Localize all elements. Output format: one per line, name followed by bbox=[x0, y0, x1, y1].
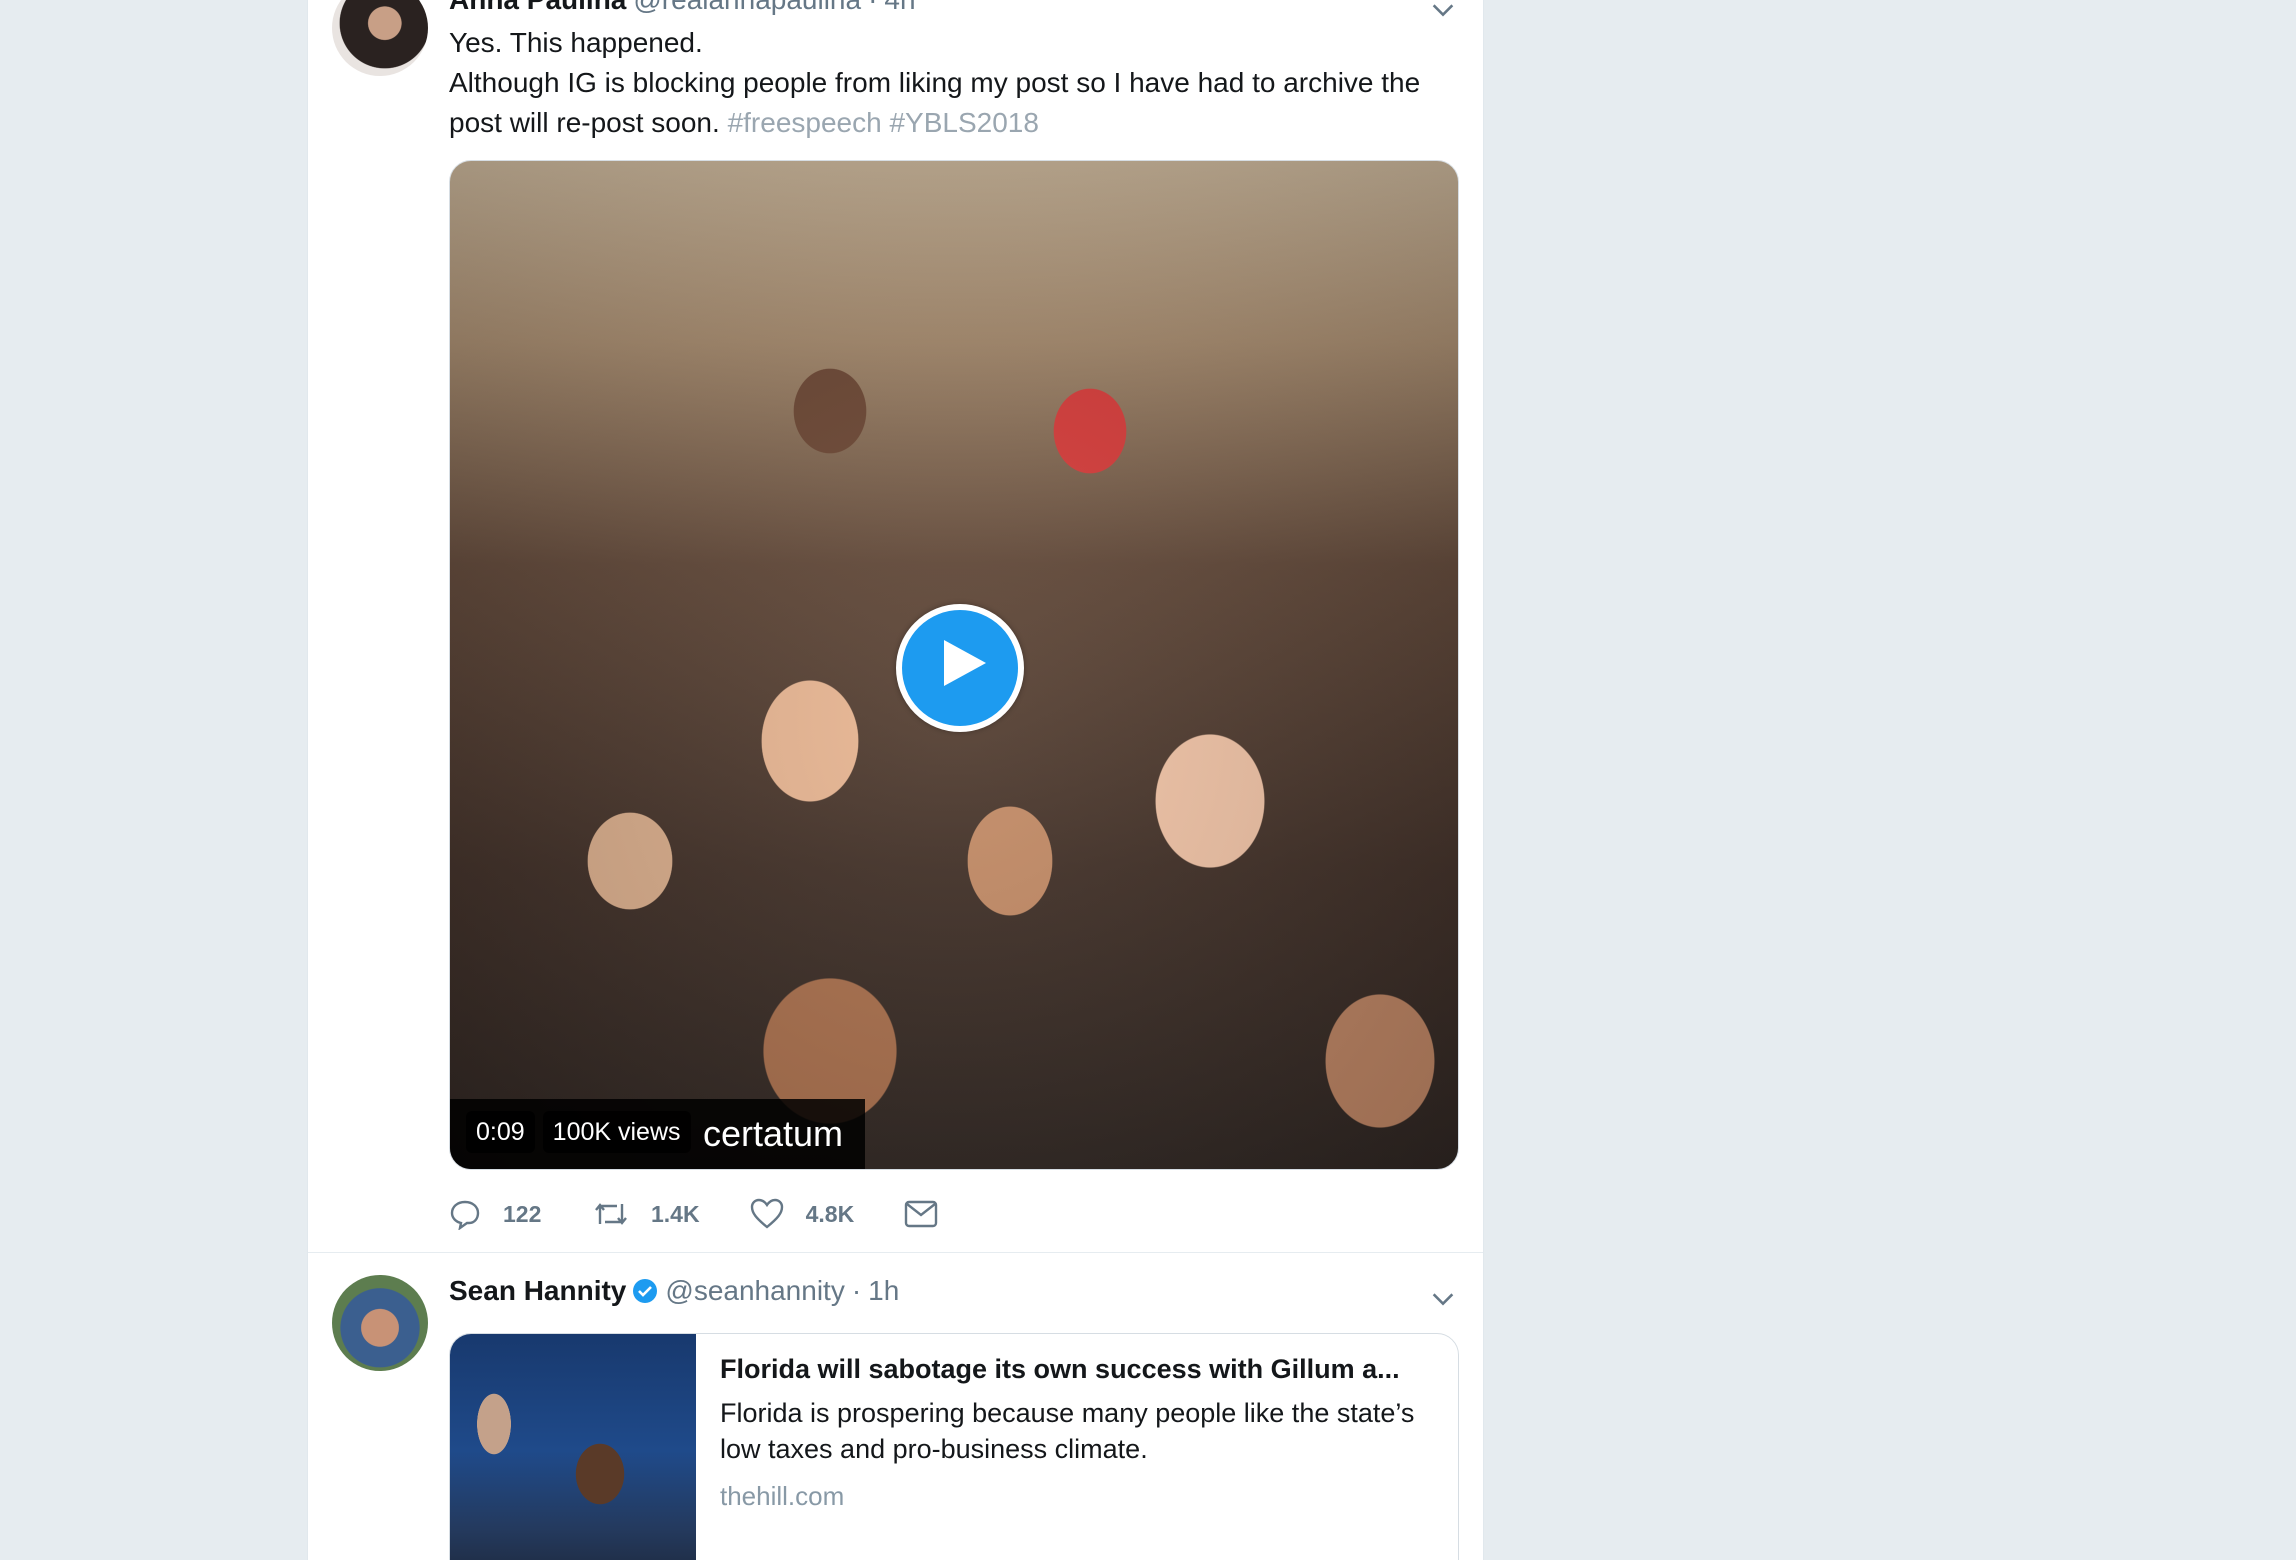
heart-icon bbox=[750, 1198, 783, 1229]
card-image bbox=[450, 1334, 696, 1560]
avatar[interactable] bbox=[332, 0, 428, 76]
link-card[interactable]: Florida will sabotage its own success wi… bbox=[449, 1333, 1459, 1560]
card-domain: thehill.com bbox=[720, 1481, 845, 1511]
video-views: 100K views bbox=[542, 1111, 691, 1153]
tweet-actions: 122 1.4K 4.8K bbox=[449, 1198, 1010, 1230]
tweet-header: Sean Hannity @seanhannity · 1h bbox=[449, 1275, 899, 1307]
tweet[interactable]: Sean Hannity @seanhannity · 1h Florida w… bbox=[308, 1253, 1483, 1560]
separator: · bbox=[851, 1275, 862, 1306]
tweet-header: Anna Paulina @realannapaulina · 4h bbox=[449, 0, 916, 16]
direct-message-button[interactable] bbox=[904, 1200, 960, 1228]
reply-icon bbox=[450, 1200, 480, 1230]
timestamp[interactable]: 1h bbox=[868, 1275, 899, 1307]
card-description: Florida is prospering because many peopl… bbox=[720, 1398, 1415, 1464]
like-button[interactable]: 4.8K bbox=[750, 1198, 855, 1230]
timeline: Anna Paulina @realannapaulina · 4h Yes. … bbox=[307, 0, 1484, 1560]
video-player[interactable]: certatum 0:09 100K views bbox=[449, 160, 1459, 1170]
envelope-icon bbox=[904, 1200, 938, 1228]
separator: · bbox=[868, 0, 877, 16]
author-name[interactable]: Anna Paulina bbox=[449, 0, 626, 16]
verified-badge-icon bbox=[633, 1279, 658, 1303]
author-name[interactable]: Sean Hannity bbox=[449, 1275, 626, 1307]
chevron-down-icon[interactable] bbox=[1429, 0, 1457, 24]
retweet-button[interactable]: 1.4K bbox=[593, 1198, 700, 1230]
video-duration: 0:09 bbox=[466, 1111, 535, 1153]
card-title: Florida will sabotage its own success wi… bbox=[720, 1354, 1400, 1384]
timestamp[interactable]: 4h bbox=[884, 0, 915, 16]
author-handle[interactable]: @seanhannity bbox=[665, 1275, 844, 1307]
reply-button[interactable]: 122 bbox=[449, 1198, 543, 1230]
card-body: Florida will sabotage its own success wi… bbox=[720, 1354, 1440, 1512]
tweet-text: Yes. This happened. Although IG is block… bbox=[449, 23, 1449, 143]
retweet-count: 1.4K bbox=[651, 1200, 700, 1227]
chevron-down-icon[interactable] bbox=[1429, 1285, 1457, 1313]
retweet-icon bbox=[595, 1203, 627, 1225]
video-meta: 0:09 100K views bbox=[466, 1111, 691, 1153]
tweet-text-line: Yes. This happened. bbox=[449, 27, 703, 58]
play-icon bbox=[944, 640, 986, 686]
tweet[interactable]: Anna Paulina @realannapaulina · 4h Yes. … bbox=[308, 0, 1483, 1253]
author-handle[interactable]: @realannapaulina bbox=[633, 0, 861, 16]
reply-count: 122 bbox=[503, 1200, 542, 1227]
play-button[interactable] bbox=[896, 604, 1024, 732]
like-count: 4.8K bbox=[805, 1200, 855, 1227]
hashtag-links[interactable]: #freespeech #YBLS2018 bbox=[728, 107, 1039, 138]
avatar[interactable] bbox=[332, 1275, 428, 1371]
